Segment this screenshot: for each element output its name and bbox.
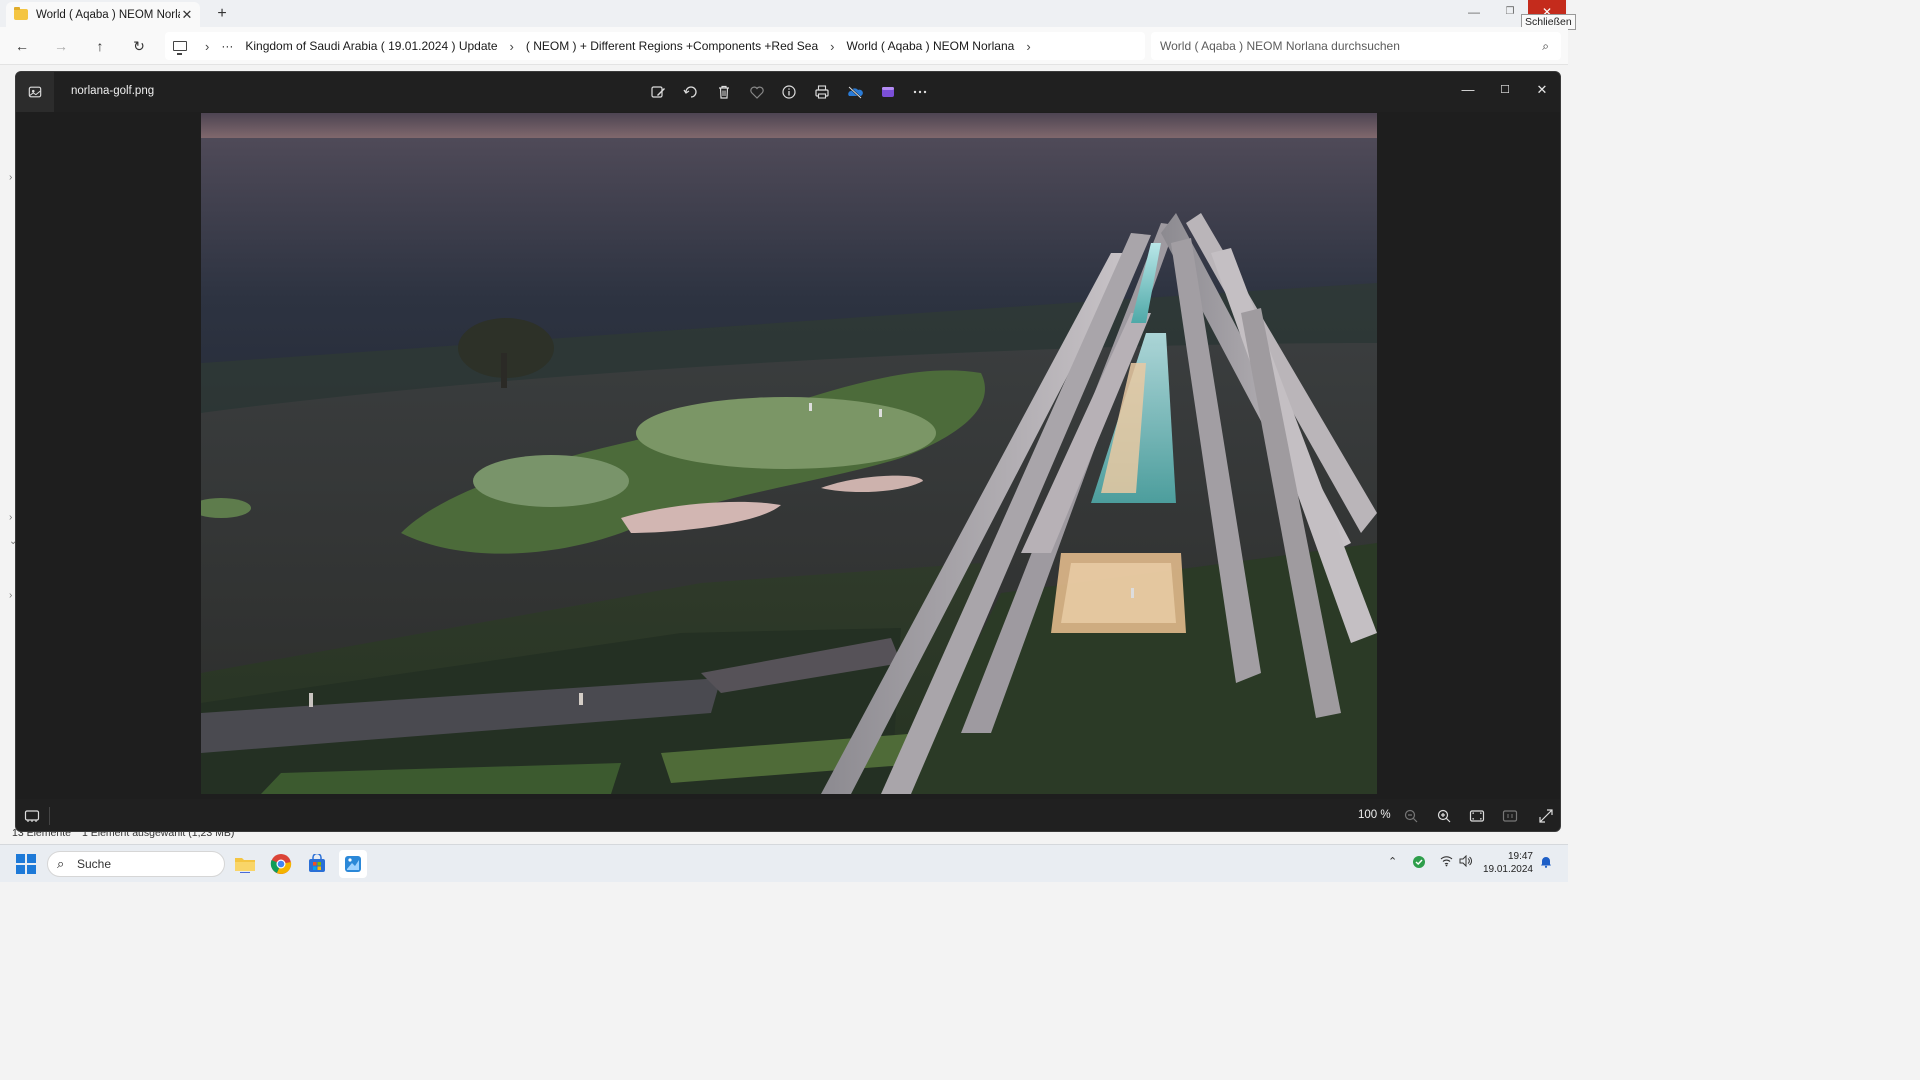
notification-bell-icon[interactable] [1540, 855, 1552, 871]
search-icon: ⌕ [1542, 39, 1549, 53]
chrome-taskbar-icon[interactable] [267, 850, 295, 878]
security-icon[interactable] [1412, 855, 1426, 872]
fullscreen-icon[interactable] [1538, 808, 1554, 824]
forward-button[interactable]: → [51, 36, 71, 56]
wifi-icon[interactable] [1440, 855, 1453, 870]
filmstrip-icon[interactable] [24, 808, 40, 824]
viewer-maximize-button[interactable]: ☐ [1490, 78, 1520, 102]
onedrive-icon[interactable] [845, 82, 865, 102]
navigation-pane-edge: › › ⌄ › [0, 66, 17, 844]
tab-title: World ( Aqaba ) NEOM Norlan [36, 8, 180, 21]
breadcrumb-item[interactable]: ( NEOM ) + Different Regions +Components… [520, 39, 824, 53]
chevron-right-icon[interactable]: › [824, 39, 840, 54]
chevron-right-icon[interactable]: › [504, 39, 520, 54]
folder-search-input[interactable]: World ( Aqaba ) NEOM Norlana durchsuchen… [1151, 32, 1561, 60]
chevron-right-icon[interactable]: › [9, 172, 12, 183]
viewer-minimize-button[interactable]: — [1453, 78, 1483, 102]
print-icon[interactable] [812, 82, 832, 102]
photos-viewer-window: norlana-golf.png — ☐ ✕ 100 % [15, 71, 1561, 832]
search-icon: ⌕ [57, 856, 65, 871]
address-bar[interactable]: › ··· Kingdom of Saudi Arabia ( 19.01.20… [165, 32, 1145, 60]
breadcrumb-item[interactable]: World ( Aqaba ) NEOM Norlana [840, 39, 1020, 53]
chevron-right-icon[interactable]: › [9, 512, 12, 523]
up-button[interactable]: ↑ [90, 36, 110, 56]
folder-icon [14, 7, 28, 20]
file-explorer-taskbar-icon[interactable] [231, 850, 259, 878]
taskbar-search[interactable]: ⌕ Suche [47, 851, 225, 877]
rotate-icon[interactable] [681, 82, 701, 102]
clock-date: 19.01.2024 [1482, 864, 1533, 875]
delete-icon[interactable] [714, 82, 734, 102]
explorer-tab[interactable]: World ( Aqaba ) NEOM Norlan ✕ [6, 2, 200, 27]
viewer-file-name: norlana-golf.png [71, 85, 155, 97]
breadcrumb-overflow[interactable]: ··· [215, 39, 239, 53]
info-icon[interactable] [779, 82, 799, 102]
tray-overflow-icon[interactable]: ⌃ [1388, 855, 1397, 868]
taskbar-search-label: Suche [77, 857, 112, 871]
store-taskbar-icon[interactable] [303, 850, 331, 878]
golf-rendering-image [201, 113, 1377, 794]
clipchamp-icon[interactable] [878, 82, 898, 102]
address-row: ← → ↑ ↻ › ··· Kingdom of Saudi Arabia ( … [0, 27, 1568, 65]
photos-app-icon[interactable] [16, 72, 54, 112]
photo-canvas[interactable] [201, 113, 1377, 794]
minimize-button[interactable]: — [1455, 0, 1493, 27]
refresh-button[interactable]: ↻ [129, 36, 149, 56]
breadcrumb-item[interactable]: Kingdom of Saudi Arabia ( 19.01.2024 ) U… [239, 39, 503, 53]
back-button[interactable]: ← [12, 36, 32, 56]
taskbar: ⌕ Suche ⌃ 19:47 19.01.2024 [0, 844, 1568, 882]
chevron-right-icon[interactable]: › [199, 39, 215, 54]
explorer-titlebar: World ( Aqaba ) NEOM Norlan ✕ + — ❐ ✕ Sc… [0, 0, 1576, 30]
zoom-level[interactable]: 100 % [1358, 809, 1391, 821]
toolbar-divider [49, 807, 50, 825]
more-icon[interactable] [910, 82, 930, 102]
viewer-close-button[interactable]: ✕ [1527, 78, 1557, 102]
clock-time: 19:47 [1507, 851, 1533, 862]
zoom-in-icon[interactable] [1436, 808, 1452, 824]
photos-taskbar-icon[interactable] [339, 850, 367, 878]
new-tab-button[interactable]: + [212, 4, 232, 24]
actual-size-icon[interactable] [1502, 808, 1518, 824]
start-button[interactable] [16, 854, 36, 874]
favorite-icon[interactable] [747, 82, 767, 102]
volume-icon[interactable] [1459, 854, 1472, 870]
system-clock[interactable]: 19:47 19.01.2024 [1481, 850, 1533, 876]
fit-to-window-icon[interactable] [1469, 808, 1485, 824]
zoom-out-icon[interactable] [1403, 808, 1419, 824]
viewer-toolbar: norlana-golf.png — ☐ ✕ [16, 72, 1560, 112]
scrollbar-edge[interactable] [1561, 66, 1568, 844]
tab-close-icon[interactable]: ✕ [180, 7, 194, 23]
computer-icon [173, 41, 187, 55]
edit-icon[interactable] [648, 82, 668, 102]
search-placeholder: World ( Aqaba ) NEOM Norlana durchsuchen [1160, 39, 1400, 53]
chevron-right-icon[interactable]: › [1020, 39, 1036, 54]
chevron-right-icon[interactable]: › [9, 590, 12, 601]
viewer-bottom-bar: 100 % [16, 799, 1560, 831]
